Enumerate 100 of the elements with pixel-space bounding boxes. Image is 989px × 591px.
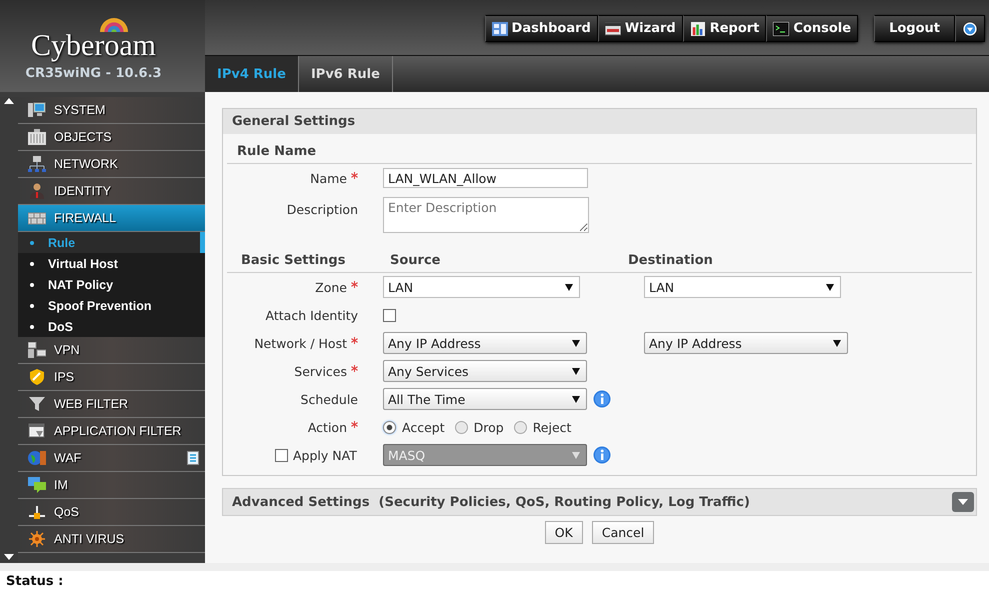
sidebar-label: QoS: [54, 505, 80, 519]
sidebar-item[interactable]: NETWORK: [18, 151, 205, 178]
dropdown[interactable]: Any IP Address: [644, 332, 848, 354]
field-label: Network / Host: [254, 336, 347, 350]
card-icon: [604, 22, 621, 36]
sidebar-item[interactable]: SYSTEM: [18, 97, 205, 124]
bullet-icon: [30, 282, 34, 286]
window-icon: [28, 423, 46, 439]
scroll-down-icon[interactable]: [3, 553, 15, 561]
sidebar-label: WEB FILTER: [54, 397, 130, 411]
menu-dropdown-button[interactable]: [955, 15, 985, 42]
shield-icon: [28, 369, 46, 385]
column-heading: Destination: [628, 253, 713, 268]
field-label: Attach Identity: [266, 308, 358, 322]
description-input[interactable]: Enter Description: [383, 197, 589, 233]
dropdown[interactable]: Any IP Address: [383, 332, 587, 354]
funnel-icon: [28, 396, 46, 412]
toolbar-button[interactable]: Wizard: [598, 15, 683, 42]
bullet-icon: [30, 324, 34, 328]
sidebar-label: IDENTITY: [54, 184, 112, 198]
field-label: Services: [294, 364, 347, 378]
section-heading: Rule Name: [237, 144, 316, 159]
logout-button[interactable]: Logout: [874, 15, 955, 42]
caret-icon: [572, 396, 580, 402]
wall-icon: [28, 210, 46, 226]
caret-icon: [572, 452, 580, 458]
submenu-item[interactable]: Virtual Host: [18, 253, 205, 274]
radio-button[interactable]: [383, 420, 396, 434]
sidebar-item[interactable]: APPLICATION FILTER: [18, 418, 205, 445]
checkbox[interactable]: [383, 308, 396, 322]
sidebar-item[interactable]: IPS: [18, 364, 205, 391]
junction-icon: [28, 504, 46, 520]
chat-icon: [28, 477, 46, 493]
building-icon: [28, 129, 46, 145]
sidebar-label: SYSTEM: [54, 103, 106, 117]
info-icon[interactable]: [593, 390, 611, 408]
name-input[interactable]: LAN_WLAN_Allow: [383, 168, 588, 188]
form-button[interactable]: Cancel: [592, 521, 654, 544]
field-label: Description: [286, 202, 358, 217]
caret-icon: [826, 284, 834, 290]
sidebar-label: IPS: [54, 370, 76, 384]
sidebar-item[interactable]: IDENTITY: [18, 178, 205, 205]
person-icon: [28, 183, 46, 199]
dropdown[interactable]: Any Services: [383, 360, 587, 382]
scroll-up-icon[interactable]: [3, 97, 15, 105]
dropdown[interactable]: LAN: [644, 276, 841, 298]
submenu-item[interactable]: Spoof Prevention: [18, 295, 205, 316]
expand-icon[interactable]: [952, 492, 974, 512]
sidebar-label: WAF: [54, 451, 82, 465]
submenu-item[interactable]: Rule: [18, 232, 205, 253]
sidebar-label: OBJECTS: [54, 130, 113, 144]
radio-label: Drop: [474, 420, 504, 434]
device-model: CR35wiNG - 10.6.3: [25, 66, 162, 81]
dropdown[interactable]: All The Time: [383, 388, 587, 410]
toolbar-button[interactable]: Console: [766, 15, 858, 42]
dropdown[interactable]: LAN: [383, 276, 580, 298]
caret-icon: [572, 368, 580, 374]
field-label: Zone: [315, 280, 347, 294]
toolbar-button[interactable]: Report: [682, 15, 766, 42]
sidebar-item[interactable]: QoS: [18, 499, 205, 526]
form-button[interactable]: OK: [544, 521, 583, 544]
bullet-icon: [30, 262, 34, 266]
virus-icon: [28, 531, 46, 547]
sidebar-label: VPN: [54, 343, 81, 357]
monitor-icon: [28, 102, 46, 118]
computers-icon: [28, 342, 46, 358]
sidebar-item[interactable]: FIREWALL: [18, 205, 205, 232]
advanced-settings-bar[interactable]: Advanced Settings (Security Policies, QoS, Routing Policy, Log Traffic): [222, 488, 977, 516]
sidebar-label: NETWORK: [54, 157, 119, 171]
sidebar-item[interactable]: VPN: [18, 337, 205, 364]
radio-label: Reject: [532, 420, 572, 434]
sidebar-label: ANTI VIRUS: [54, 532, 126, 546]
sidebar-item[interactable]: IM: [18, 472, 205, 499]
logo-icon: [100, 18, 128, 32]
radio-label: Accept: [402, 420, 445, 434]
toolbar-button[interactable]: Dashboard: [484, 15, 598, 42]
brand-logo: Cyberoam: [31, 30, 156, 62]
panel-title: General Settings: [223, 109, 976, 134]
field-label: Name: [310, 170, 347, 186]
submenu-item[interactable]: DoS: [18, 316, 205, 337]
globe-icon: [28, 450, 46, 466]
field-label: Action: [308, 420, 347, 434]
submenu-item[interactable]: NAT Policy: [18, 274, 205, 295]
column-heading: Source: [390, 253, 442, 268]
sidebar-item[interactable]: ANTI VIRUS: [18, 526, 205, 553]
field-label: Apply NAT: [293, 448, 357, 462]
radio-button[interactable]: [454, 420, 468, 434]
dashboard-icon: [492, 22, 508, 36]
section-title: Advanced Settings (Security Policies, QoS, Routing Policy, Log Traffic): [232, 494, 750, 510]
tab[interactable]: IPv4 Rule: [205, 56, 299, 92]
caret-icon: [833, 340, 841, 346]
sidebar-item[interactable]: OBJECTS: [18, 124, 205, 151]
sidebar-item[interactable]: WEB FILTER: [18, 391, 205, 418]
bullet-icon: [30, 240, 34, 244]
bar-chart-icon: [690, 22, 706, 36]
radio-button[interactable]: [514, 420, 527, 434]
sidebar-item[interactable]: WAF: [18, 445, 205, 472]
sidebar-label: APPLICATION FILTER: [54, 424, 182, 438]
chevron-down-icon: [962, 22, 978, 36]
terminal-icon: [773, 22, 790, 36]
